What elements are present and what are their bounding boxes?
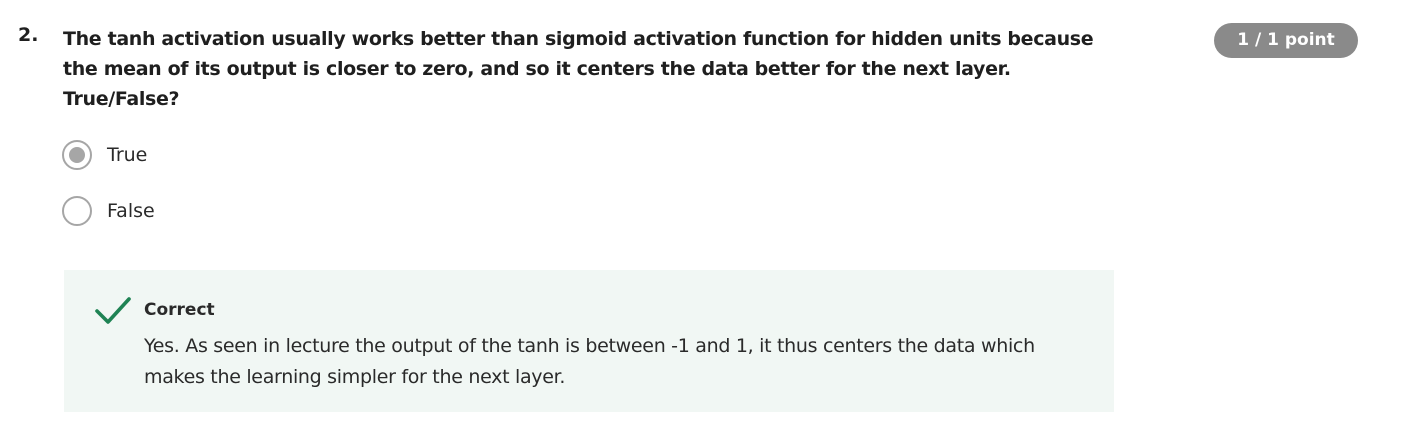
feedback-panel: Correct Yes. As seen in lecture the outp… bbox=[64, 270, 1114, 412]
question-text: The tanh activation usually works better… bbox=[63, 24, 1153, 114]
option-false[interactable]: False bbox=[62, 195, 155, 227]
feedback-title: Correct bbox=[144, 300, 215, 320]
feedback-line: makes the learning simpler for the next … bbox=[144, 366, 566, 388]
option-label: False bbox=[107, 200, 155, 222]
checkmark-icon bbox=[95, 297, 131, 324]
radio-button-selected[interactable] bbox=[62, 140, 92, 170]
option-label: True bbox=[107, 144, 148, 166]
feedback-line: Yes. As seen in lecture the output of th… bbox=[144, 335, 1035, 357]
feedback-explanation: Yes. As seen in lecture the output of th… bbox=[144, 331, 1104, 393]
option-true[interactable]: True bbox=[62, 139, 147, 171]
question-number: 2. bbox=[18, 24, 39, 46]
points-badge: 1 / 1 point bbox=[1214, 23, 1358, 58]
question-text-line: The tanh activation usually works better… bbox=[63, 28, 1094, 50]
radio-selected-dot bbox=[69, 147, 85, 163]
radio-button[interactable] bbox=[62, 196, 92, 226]
question-text-line: True/False? bbox=[63, 88, 180, 110]
quiz-question-page: 2. The tanh activation usually works bet… bbox=[0, 0, 1412, 440]
question-text-line: the mean of its output is closer to zero… bbox=[63, 58, 1011, 80]
